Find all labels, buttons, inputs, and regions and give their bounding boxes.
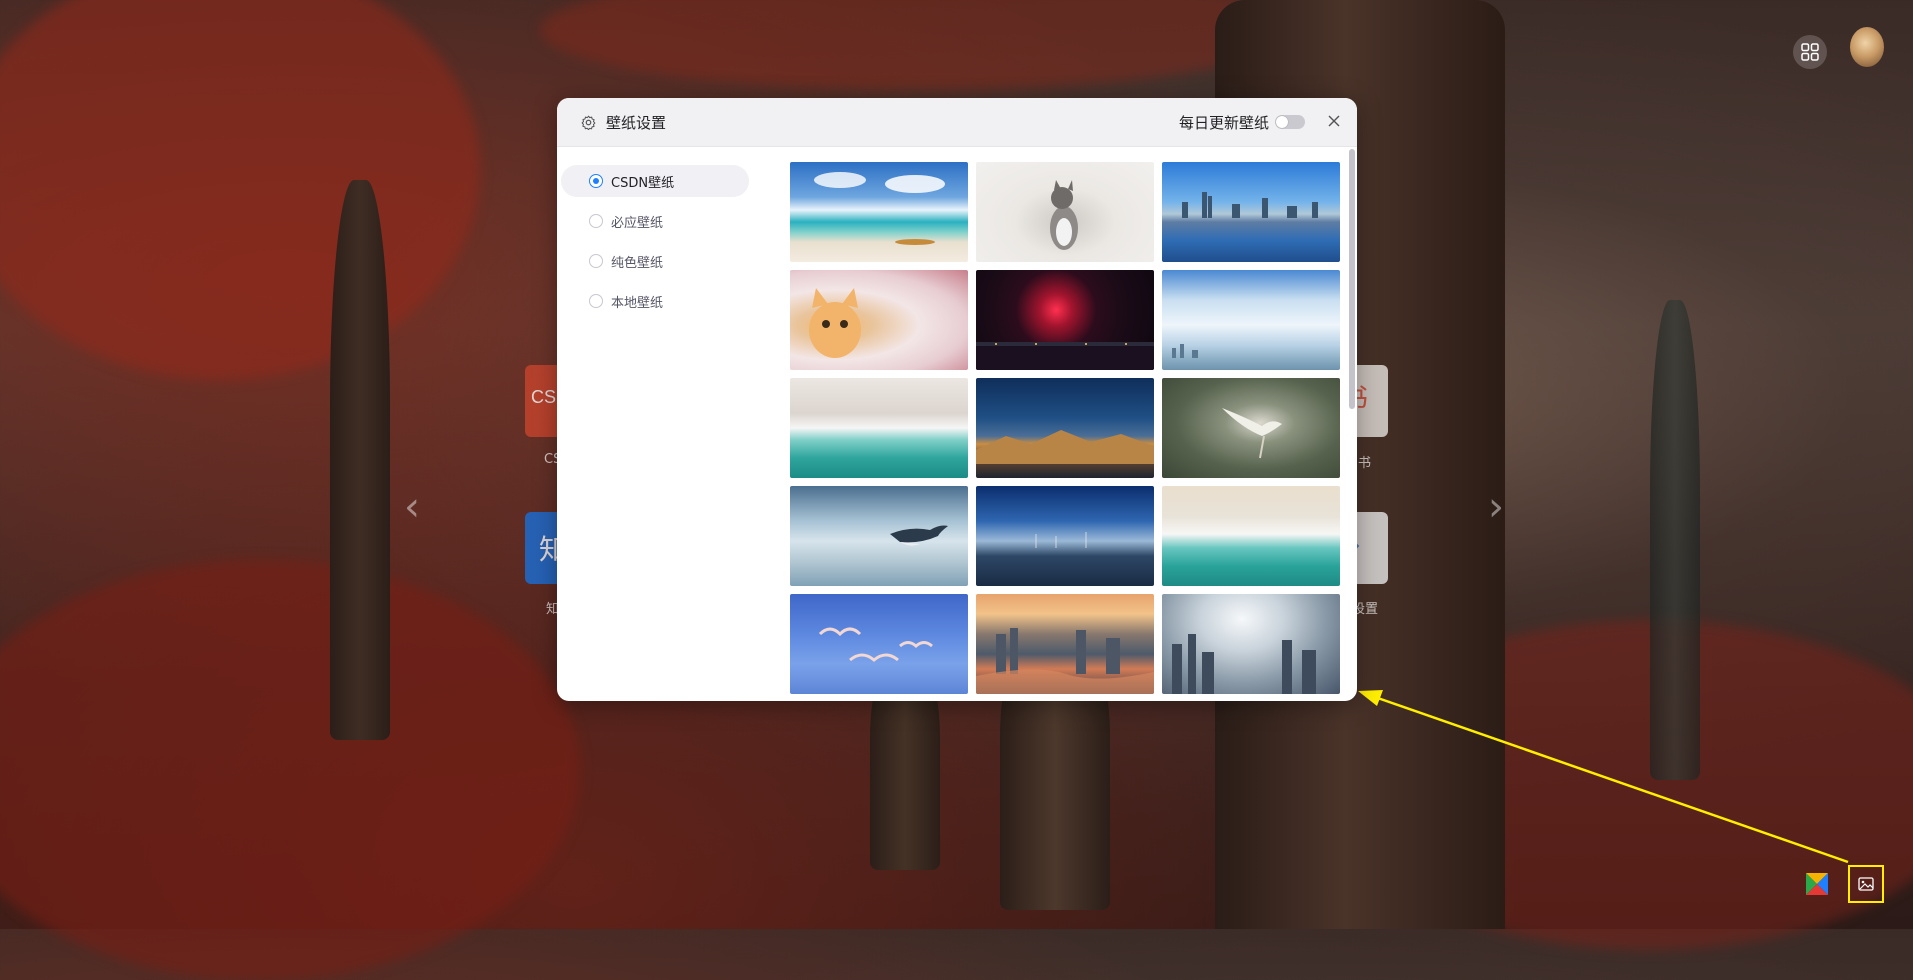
wallpaper-source-list: CSDN壁纸 必应壁纸 纯色壁纸 本地壁纸 — [557, 165, 757, 325]
wallpaper-thumbnail[interactable] — [976, 378, 1154, 478]
dialog-body: CSDN壁纸 必应壁纸 纯色壁纸 本地壁纸 — [557, 147, 1357, 701]
radio-button[interactable] — [589, 174, 603, 188]
image-icon — [1858, 877, 1874, 891]
colorful-x-logo-icon[interactable] — [1806, 873, 1828, 895]
wallpaper-thumbnail[interactable] — [1162, 270, 1340, 370]
source-option-local[interactable]: 本地壁纸 — [561, 285, 749, 317]
page-prev-arrow[interactable]: ‹ — [404, 484, 420, 530]
apps-button[interactable] — [1793, 35, 1827, 69]
wallpaper-grid — [790, 162, 1350, 694]
wallpaper-settings-dialog: 壁纸设置 每日更新壁纸 CSDN壁纸 必应壁纸 纯色壁纸 本地壁纸 — [557, 98, 1357, 701]
grid-apps-icon — [1801, 43, 1819, 61]
shortcut-label: 书 — [1358, 456, 1372, 471]
foliage — [540, 0, 1300, 90]
source-option-solid-color[interactable]: 纯色壁纸 — [561, 245, 749, 277]
source-option-csdn[interactable]: CSDN壁纸 — [561, 165, 749, 197]
source-option-label: 本地壁纸 — [611, 295, 664, 311]
daily-update-setting: 每日更新壁纸 — [1179, 98, 1305, 146]
wallpaper-thumbnail[interactable] — [976, 270, 1154, 370]
radio-button[interactable] — [589, 294, 603, 308]
tree-trunk — [330, 180, 390, 740]
page-next-arrow[interactable]: › — [1488, 484, 1504, 530]
gear-icon — [581, 115, 596, 130]
scrollbar[interactable] — [1349, 149, 1355, 409]
avatar[interactable] — [1850, 27, 1884, 67]
wallpaper-thumbnail[interactable] — [790, 270, 968, 370]
tree-trunk — [1650, 300, 1700, 780]
source-option-label: 必应壁纸 — [611, 215, 664, 231]
source-option-bing[interactable]: 必应壁纸 — [561, 205, 749, 237]
wallpaper-thumbnail[interactable] — [1162, 378, 1340, 478]
wallpaper-thumbnail[interactable] — [1162, 594, 1340, 694]
wallpaper-thumbnail[interactable] — [1162, 486, 1340, 586]
foliage — [0, 560, 580, 980]
shortcut-tile-text: CS — [531, 387, 557, 407]
close-button[interactable] — [1323, 110, 1345, 132]
wallpaper-thumbnail[interactable] — [790, 594, 968, 694]
wallpaper-button[interactable] — [1848, 865, 1884, 903]
wallpaper-thumbnail[interactable] — [790, 486, 968, 586]
wallpaper-thumbnail[interactable] — [1162, 162, 1340, 262]
wallpaper-thumbnail[interactable] — [976, 594, 1154, 694]
close-icon — [1328, 115, 1340, 127]
radio-button[interactable] — [589, 254, 603, 268]
source-option-label: CSDN壁纸 — [611, 175, 675, 191]
dialog-title: 壁纸设置 — [606, 113, 667, 132]
wallpaper-thumbnail[interactable] — [790, 378, 968, 478]
foliage — [0, 0, 480, 380]
source-option-label: 纯色壁纸 — [611, 255, 664, 271]
daily-update-label: 每日更新壁纸 — [1178, 113, 1269, 132]
dialog-header: 壁纸设置 每日更新壁纸 — [557, 98, 1357, 147]
wallpaper-thumbnail[interactable] — [976, 486, 1154, 586]
wallpaper-thumbnail[interactable] — [976, 162, 1154, 262]
radio-button[interactable] — [589, 214, 603, 228]
daily-update-toggle[interactable] — [1275, 115, 1305, 129]
toggle-knob — [1276, 116, 1288, 128]
wallpaper-thumbnail[interactable] — [790, 162, 968, 262]
